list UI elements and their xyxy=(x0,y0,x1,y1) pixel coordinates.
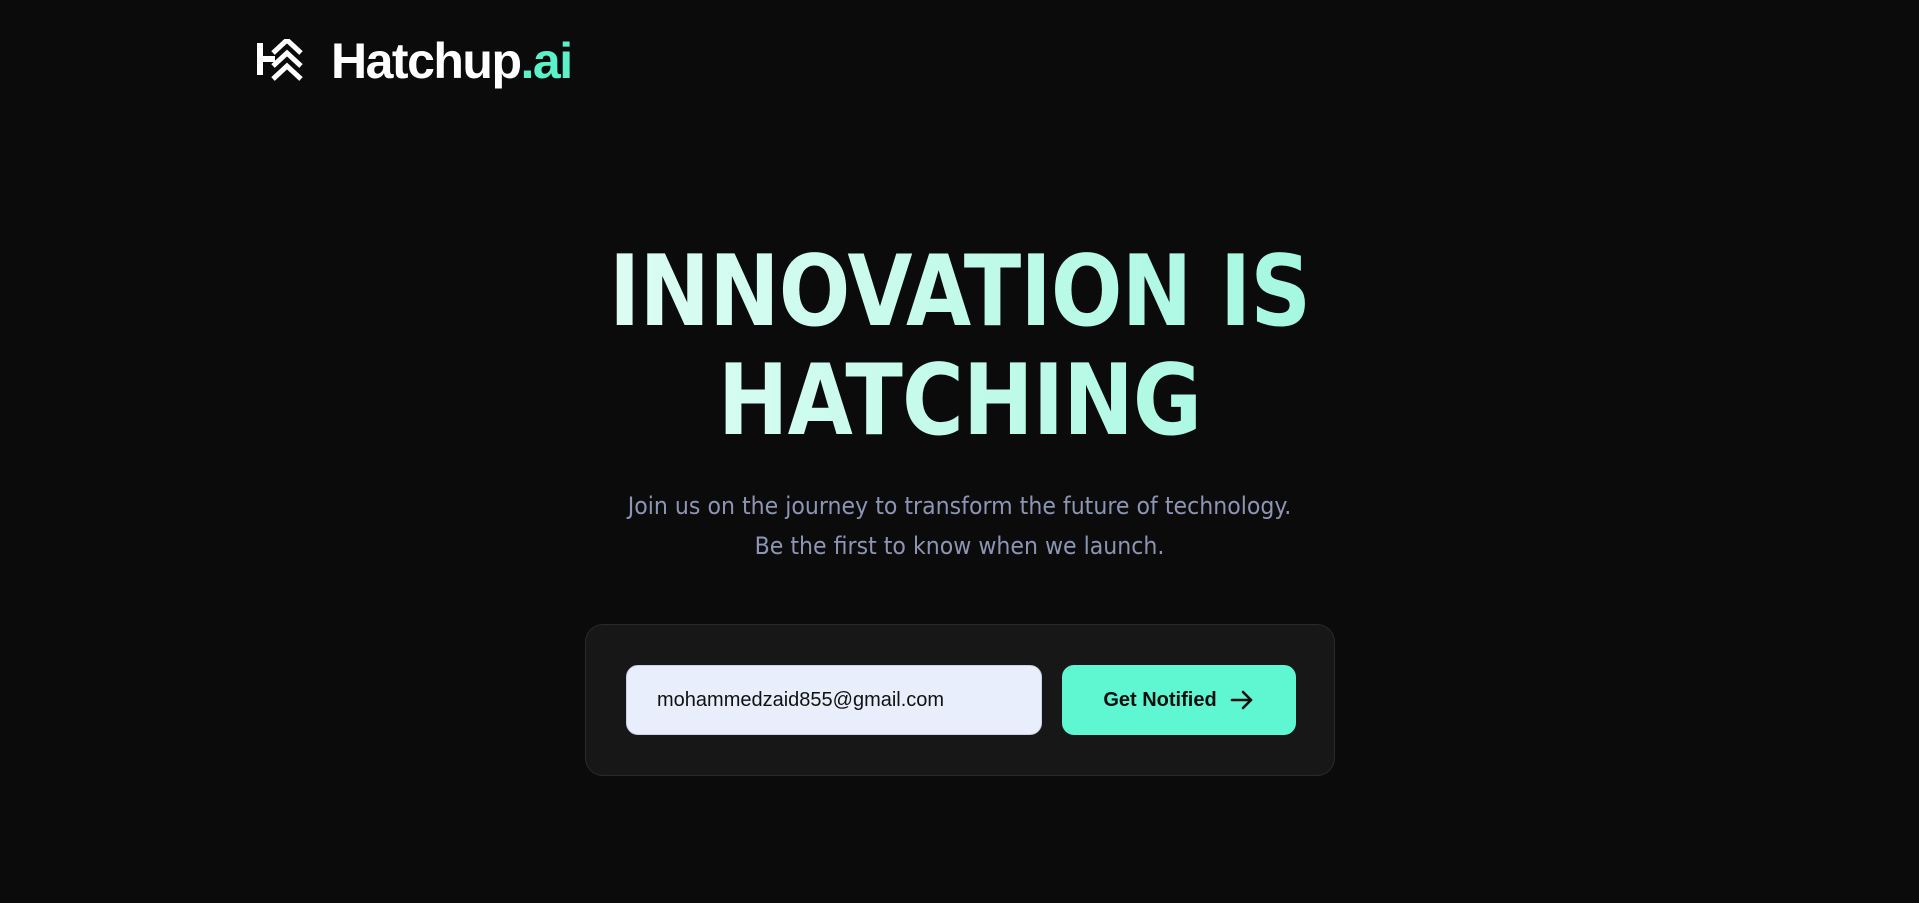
get-notified-button[interactable]: Get Notified xyxy=(1062,665,1296,735)
get-notified-label: Get Notified xyxy=(1103,688,1217,711)
landing-page: Hatchup.ai INNOVATION IS HATCHING Join u… xyxy=(0,0,1919,903)
brand-wordmark: Hatchup.ai xyxy=(331,33,574,89)
hero-title-line-1: INNOVATION IS xyxy=(134,238,1784,347)
brand-extension: .ai xyxy=(520,33,574,89)
hero-subtitle-line-2: Be the first to know when we launch. xyxy=(754,532,1165,560)
email-input[interactable] xyxy=(626,665,1042,735)
hatchup-logo-icon xyxy=(257,39,303,81)
signup-card: Get Notified xyxy=(585,624,1335,776)
hero-title-line-2: HATCHING xyxy=(134,347,1784,456)
hero-subtitle: Join us on the journey to transform the … xyxy=(77,486,1842,566)
arrow-right-icon xyxy=(1230,690,1252,710)
brand-logo[interactable]: Hatchup.ai xyxy=(257,33,574,89)
hero-title: INNOVATION IS HATCHING xyxy=(134,238,1784,456)
hero-subtitle-line-1: Join us on the journey to transform the … xyxy=(627,492,1292,520)
brand-name: Hatchup xyxy=(331,33,522,89)
